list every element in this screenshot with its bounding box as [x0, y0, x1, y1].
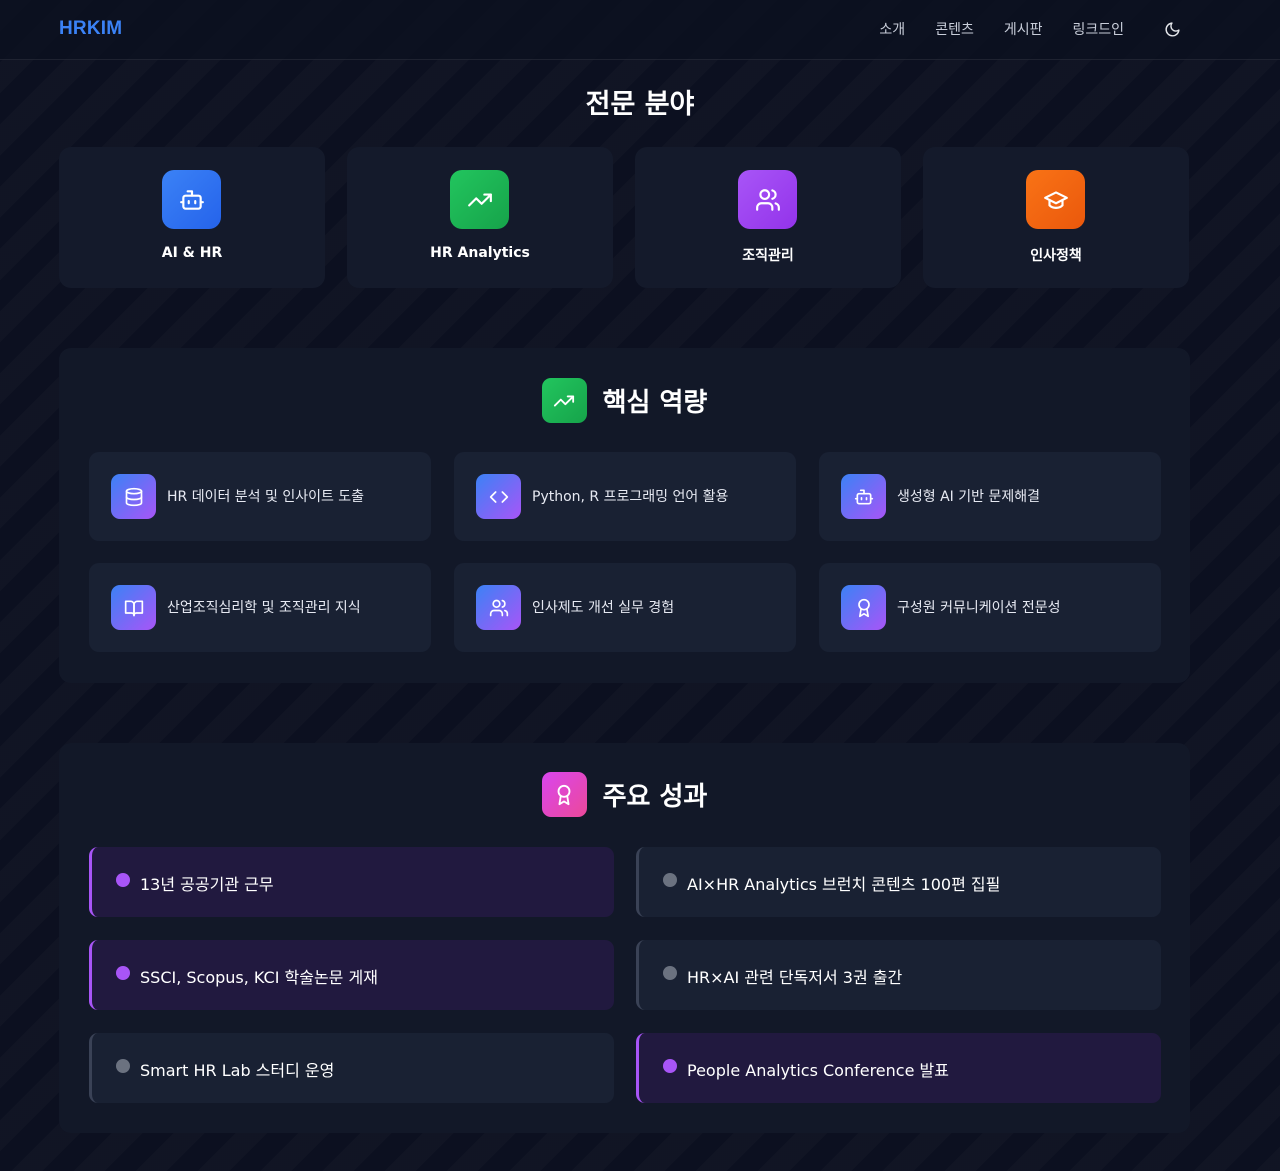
skill-card: 구성원 커뮤니케이션 전문성 [819, 563, 1161, 652]
skill-label: HR 데이터 분석 및 인사이트 도출 [167, 489, 365, 505]
skill-card: Python, R 프로그래밍 언어 활용 [454, 452, 796, 541]
nav-link-about[interactable]: 소개 [879, 19, 905, 39]
achievements-header: 주요 성과 [59, 772, 1190, 817]
database-icon [111, 474, 156, 519]
expertise-card-ai-hr[interactable]: AI & HR [59, 147, 325, 288]
achievement-item: SSCI, Scopus, KCI 학술논문 게재 [89, 940, 614, 1010]
bullet-dot-icon [116, 873, 130, 887]
achievement-item: 13년 공공기관 근무 [89, 847, 614, 917]
robot-icon [162, 170, 221, 229]
skill-label: 생성형 AI 기반 문제해결 [897, 489, 1040, 505]
bullet-dot-icon [663, 1059, 677, 1073]
achievement-item: People Analytics Conference 발표 [636, 1033, 1161, 1103]
trending-up-icon [541, 378, 587, 423]
robot-icon [841, 474, 886, 519]
brand-logo[interactable]: HRKIM [59, 18, 122, 40]
expertise-label: 조직관리 [742, 248, 794, 264]
book-icon [111, 585, 156, 630]
skills-title: 핵심 역량 [602, 388, 708, 418]
achievements-grid: 13년 공공기관 근무 AI×HR Analytics 브런치 콘텐츠 100편… [89, 847, 1161, 1103]
achievement-label: AI×HR Analytics 브런치 콘텐츠 100편 집필 [687, 875, 1001, 894]
achievements-title: 주요 성과 [602, 782, 708, 812]
skills-panel: 핵심 역량 HR 데이터 분석 및 인사이트 도출 Python, R 프로그래… [59, 348, 1190, 683]
achievement-label: Smart HR Lab 스터디 운영 [140, 1061, 335, 1080]
achievement-label: SSCI, Scopus, KCI 학술논문 게재 [140, 968, 378, 987]
graduation-cap-icon [1026, 170, 1085, 229]
achievement-label: 13년 공공기관 근무 [140, 875, 274, 894]
skill-label: 구성원 커뮤니케이션 전문성 [897, 600, 1061, 616]
expertise-card-hr-policy[interactable]: 인사정책 [923, 147, 1189, 288]
users-icon [738, 170, 797, 229]
skill-label: 인사제도 개선 실무 경험 [532, 600, 675, 616]
achievement-item: AI×HR Analytics 브런치 콘텐츠 100편 집필 [636, 847, 1161, 917]
bullet-dot-icon [116, 1059, 130, 1073]
achievement-label: People Analytics Conference 발표 [687, 1061, 949, 1080]
skill-label: 산업조직심리학 및 조직관리 지식 [167, 600, 361, 616]
expertise-label: 인사정책 [1030, 248, 1082, 264]
skills-grid: HR 데이터 분석 및 인사이트 도출 Python, R 프로그래밍 언어 활… [89, 452, 1161, 652]
nav-link-linkedin[interactable]: 링크드인 [1072, 19, 1124, 39]
expertise-card-hr-analytics[interactable]: HR Analytics [347, 147, 613, 288]
skill-card: HR 데이터 분석 및 인사이트 도출 [89, 452, 431, 541]
expertise-title: 전문 분야 [585, 89, 695, 120]
bullet-dot-icon [663, 966, 677, 980]
skill-card: 인사제도 개선 실무 경험 [454, 563, 796, 652]
moon-icon[interactable] [1164, 21, 1181, 38]
skill-card: 산업조직심리학 및 조직관리 지식 [89, 563, 431, 652]
achievement-item: HR×AI 관련 단독저서 3권 출간 [636, 940, 1161, 1010]
code-icon [476, 474, 521, 519]
achievements-panel: 주요 성과 13년 공공기관 근무 AI×HR Analytics 브런치 콘텐… [59, 743, 1190, 1133]
achievement-label: HR×AI 관련 단독저서 3권 출간 [687, 968, 903, 987]
expertise-label: AI & HR [161, 245, 223, 261]
top-navbar: HRKIM 소개 콘텐츠 게시판 링크드인 [0, 0, 1280, 60]
achievement-item: Smart HR Lab 스터디 운영 [89, 1033, 614, 1103]
expertise-label: HR Analytics [430, 245, 530, 261]
expertise-grid: AI & HR HR Analytics 조직관리 인사정책 [59, 147, 1190, 288]
nav-link-contents[interactable]: 콘텐츠 [935, 19, 974, 39]
skill-card: 생성형 AI 기반 문제해결 [819, 452, 1161, 541]
award-icon [841, 585, 886, 630]
nav-links: 소개 콘텐츠 게시판 링크드인 [879, 19, 1124, 39]
bullet-dot-icon [663, 873, 677, 887]
bullet-dot-icon [116, 966, 130, 980]
skills-header: 핵심 역량 [59, 378, 1190, 423]
skill-label: Python, R 프로그래밍 언어 활용 [532, 489, 729, 505]
nav-link-board[interactable]: 게시판 [1004, 19, 1043, 39]
award-icon [541, 772, 587, 817]
expertise-card-org-management[interactable]: 조직관리 [635, 147, 901, 288]
trending-up-icon [450, 170, 509, 229]
users-icon [476, 585, 521, 630]
